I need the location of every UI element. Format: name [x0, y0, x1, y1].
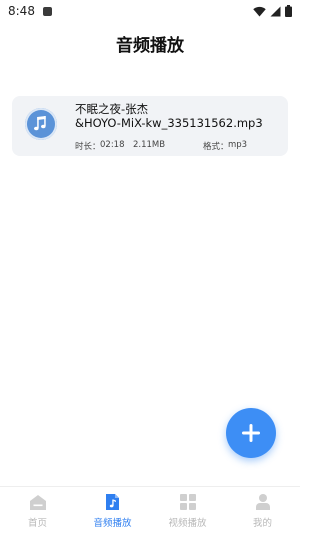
wifi-icon: [253, 6, 266, 16]
nav-label-home: 首页: [27, 518, 47, 529]
bottom-nav: 首页 音频播放 视频播放 我的: [0, 486, 300, 534]
battery-icon: [285, 5, 292, 17]
file-name: 不眠之夜-张杰 &HOYO-MiX-kw_335131562.mp3: [75, 102, 280, 130]
nav-label-profile: 我的: [252, 518, 272, 529]
file-size: 2.11MB: [133, 140, 166, 150]
nav-item-audio[interactable]: 音频播放: [75, 487, 150, 534]
nav-label-video: 视频播放: [168, 518, 207, 529]
file-name-line-1: 不眠之夜-张杰: [75, 102, 149, 116]
signal-icon: [270, 6, 281, 16]
audio-file-card[interactable]: 不眠之夜-张杰 &HOYO-MiX-kw_335131562.mp3 时长： 0…: [12, 96, 288, 156]
music-note-icon: [25, 108, 57, 140]
music-file-icon: [103, 493, 123, 511]
file-name-line-2: &HOYO-MiX-kw_335131562.mp3: [75, 116, 263, 130]
user-icon: [253, 493, 273, 511]
nav-item-video[interactable]: 视频播放: [150, 487, 225, 534]
nav-label-audio: 音频播放: [93, 518, 132, 529]
format-value: mp3: [228, 140, 248, 150]
nav-item-home[interactable]: 首页: [0, 487, 75, 534]
page-title: 音频播放: [116, 36, 184, 56]
status-time: 8:48: [8, 4, 35, 18]
duration-label: 时长：: [75, 142, 101, 152]
home-icon: [28, 493, 48, 511]
grid-icon: [178, 493, 198, 511]
nav-item-profile[interactable]: 我的: [225, 487, 300, 534]
status-bar: 8:48: [0, 0, 300, 22]
duration-value: 02:18: [100, 140, 125, 150]
notification-icon: [42, 6, 52, 16]
format-label: 格式：: [203, 142, 229, 152]
plus-icon: [242, 424, 260, 442]
add-button[interactable]: [226, 408, 276, 458]
